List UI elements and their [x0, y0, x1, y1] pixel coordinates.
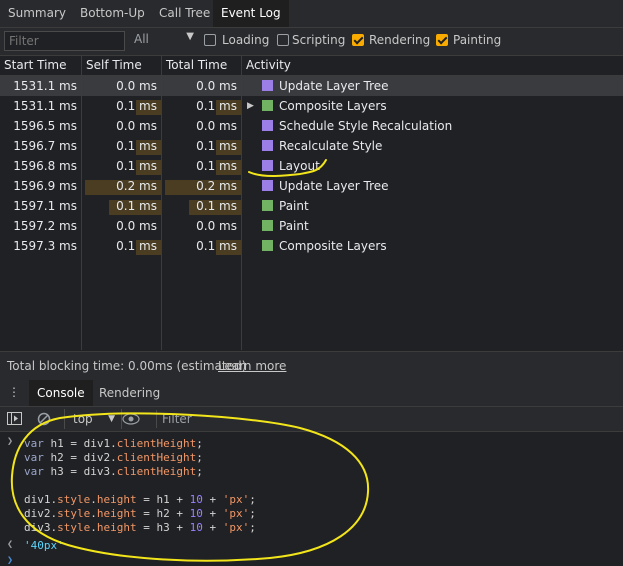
code-circle-annotation — [10, 412, 370, 562]
annotation-overlay — [10, 159, 370, 562]
layout-underline-annotation — [248, 159, 327, 177]
